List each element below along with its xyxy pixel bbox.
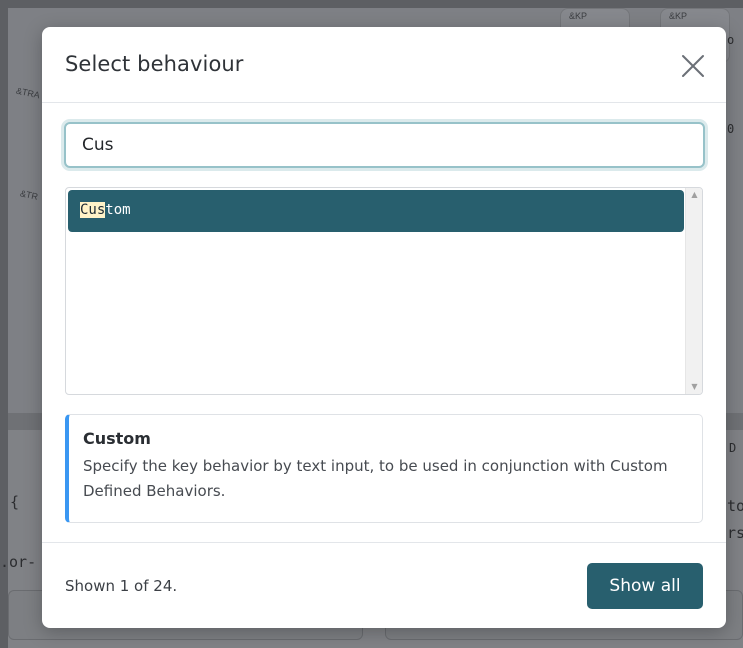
background-code-fragment: .or- (0, 553, 37, 571)
behaviour-detail-description: Specify the key behavior by text input, … (83, 457, 668, 500)
close-button[interactable] (678, 51, 708, 81)
result-item-rest: tom (105, 202, 131, 218)
background-code-fragment: o (727, 33, 735, 47)
keycap-label: &KP (669, 11, 688, 21)
close-icon (682, 55, 704, 77)
background-code-fragment: D (729, 441, 737, 455)
background-code-fragment: { (10, 493, 20, 511)
dialog-header: Select behaviour (42, 27, 726, 103)
background-code-fragment: to (727, 497, 743, 515)
keycap-label: &KP (569, 11, 588, 21)
behaviour-detail-panel: Custom Specify the key behavior by text … (65, 414, 703, 523)
show-all-button[interactable]: Show all (587, 563, 703, 609)
result-item-custom[interactable]: Custom (68, 190, 684, 232)
dialog-title: Select behaviour (65, 52, 244, 76)
background-code-fragment: rs (727, 524, 743, 542)
scroll-up-icon[interactable]: ▲ (686, 188, 702, 202)
behaviour-results-list[interactable]: Custom ▲ ▼ (65, 187, 703, 395)
scroll-down-icon[interactable]: ▼ (686, 380, 702, 394)
results-scrollbar[interactable]: ▲ ▼ (685, 188, 702, 394)
select-behaviour-dialog: Select behaviour Custom ▲ ▼ Custom Speci… (42, 27, 726, 628)
dialog-footer: Shown 1 of 24. Show all (42, 542, 726, 628)
background-code-fragment: 0 (727, 122, 735, 136)
behaviour-search-input[interactable] (64, 122, 705, 168)
behaviour-detail-title: Custom (83, 429, 151, 448)
results-count: Shown 1 of 24. (65, 577, 178, 595)
match-highlight: Cus (80, 202, 106, 218)
